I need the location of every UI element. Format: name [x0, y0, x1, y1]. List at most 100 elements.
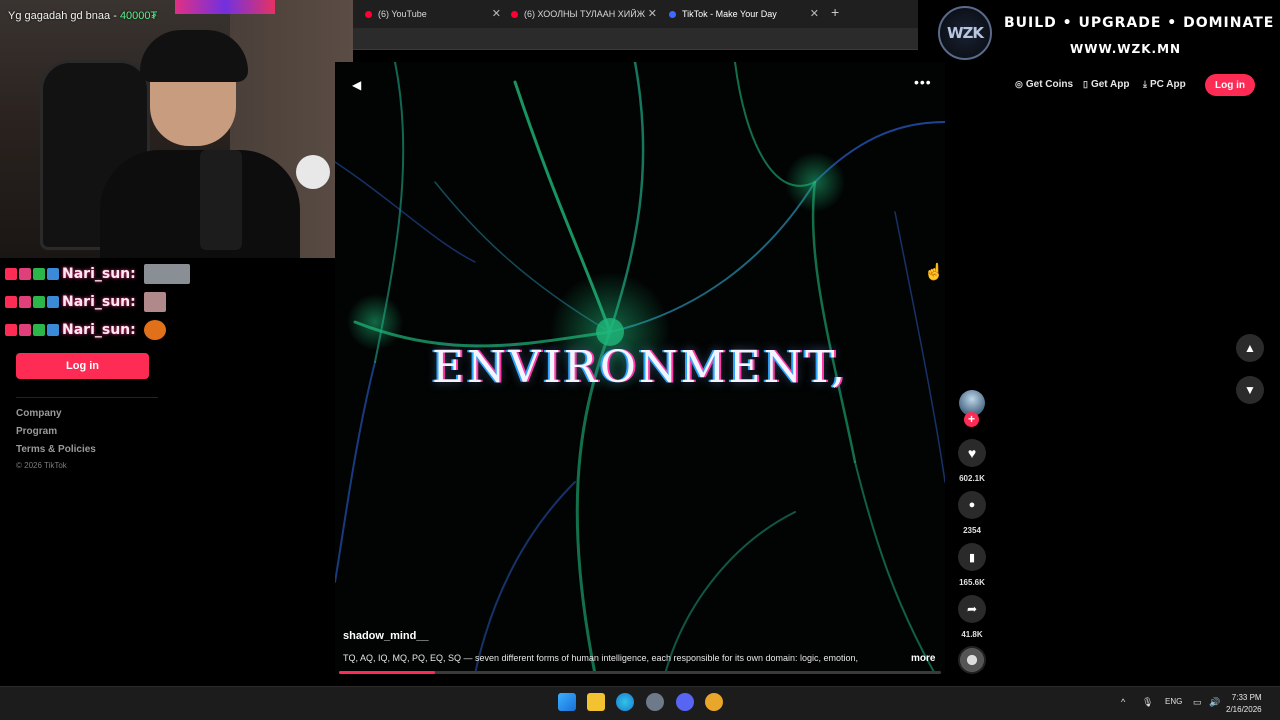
previous-video-button[interactable]: ▲: [1236, 334, 1264, 362]
tiktok-favicon-icon: [669, 10, 676, 18]
heart-badge-icon: [19, 296, 31, 308]
webcam-overlay: Yg gagadah gd bnaa - 40000₮: [0, 0, 353, 258]
video-progress-bar[interactable]: [339, 671, 941, 674]
comment-count: 2354: [963, 526, 981, 535]
sword-badge-icon: [5, 296, 17, 308]
close-icon[interactable]: ✕: [810, 7, 819, 20]
donation-ticker: Yg gagadah gd bnaa - 40000₮: [8, 10, 157, 22]
streamer-hair: [140, 30, 248, 82]
tab-youtube[interactable]: (6) YouTube ✕: [365, 4, 501, 24]
sidebar-link-terms[interactable]: Terms & Policies: [16, 444, 96, 455]
address-bar[interactable]: [353, 28, 918, 50]
share-button[interactable]: ➦: [958, 595, 986, 623]
sub-badge-icon: [47, 324, 59, 336]
next-video-button[interactable]: ▼: [1236, 376, 1264, 404]
sword-badge-icon: [5, 268, 17, 280]
app-icon[interactable]: [705, 693, 723, 711]
sidebar-login-button[interactable]: Log in: [16, 353, 149, 379]
pc-app-label: PC App: [1149, 79, 1186, 90]
comment-button[interactable]: ●: [958, 491, 986, 519]
chat-emote: [143, 320, 166, 340]
follow-plus-icon[interactable]: +: [964, 412, 979, 427]
sponsor-url: WWW.WZK.MN: [1070, 42, 1182, 56]
level-badge-icon: [33, 324, 45, 336]
video-caption: TQ, AQ, IQ, MQ, PQ, EQ, SQ — seven diffe…: [343, 653, 859, 663]
tray-chevron-up-icon[interactable]: ^: [1121, 697, 1125, 707]
sword-badge-icon: [5, 324, 17, 336]
youtube-favicon-icon: [365, 10, 372, 18]
sub-badge-icon: [47, 268, 59, 280]
network-icon[interactable]: ▭: [1193, 697, 1202, 708]
sponsor-logo: WZK: [938, 6, 992, 60]
get-app-label: Get App: [1090, 79, 1130, 90]
pc-app-link[interactable]: ⤓ PC App: [1143, 79, 1186, 90]
settings-gear-icon[interactable]: [646, 693, 664, 711]
get-app-link[interactable]: ▯ Get App: [1083, 79, 1129, 90]
heart-badge-icon: [19, 324, 31, 336]
video-overlay-title: ENVIRONMENT,: [431, 342, 848, 393]
share-icon: ➦: [966, 602, 978, 616]
like-button[interactable]: ♥: [958, 439, 986, 467]
ticker-text: Yg gagadah gd bnaa -: [8, 10, 120, 22]
chat-badges: [5, 296, 59, 308]
ring-light: [296, 155, 330, 189]
heart-icon: ♥: [967, 445, 977, 461]
chat-badges: [5, 324, 59, 336]
chevron-up-icon: ▲: [1244, 341, 1256, 355]
chat-username: Nari_sun:: [62, 322, 136, 338]
microphone-icon[interactable]: 🎙: [1142, 697, 1153, 708]
browser-tab-strip: (6) YouTube ✕ (6) ХООЛНЫ ТУЛААН ХИЙЖ ОРО…: [353, 0, 918, 28]
new-tab-button[interactable]: +: [831, 4, 839, 20]
sponsor-tagline: BUILD • UPGRADE • DOMINATE: [1004, 15, 1275, 31]
sidebar-divider: [16, 397, 158, 398]
coin-icon: ◎: [1015, 79, 1023, 89]
clock-time: 7:33 PM: [1231, 693, 1262, 702]
tab-youtube-2[interactable]: (6) ХООЛНЫ ТУЛААН ХИЙЖ ОРО ✕: [511, 4, 657, 24]
caption-more-button[interactable]: more: [911, 653, 935, 664]
sidebar-link-company[interactable]: Company: [16, 408, 62, 419]
music-disc-icon[interactable]: [958, 646, 986, 674]
level-badge-icon: [33, 296, 45, 308]
volume-icon[interactable]: ◀: [352, 78, 361, 92]
system-clock[interactable]: 7:33 PM 2/16/2026: [1226, 692, 1262, 716]
save-button[interactable]: ▮: [958, 543, 986, 571]
edge-icon[interactable]: [616, 693, 634, 711]
chevron-down-icon: ▼: [1244, 383, 1256, 397]
video-progress-fill: [339, 671, 436, 674]
youtube-favicon-icon: [511, 10, 518, 18]
chat-message: Nari_sun:: [5, 319, 166, 341]
hand-cursor-icon: ☝: [924, 264, 944, 281]
level-badge-icon: [33, 268, 45, 280]
led-strip: [175, 0, 275, 14]
video-player[interactable]: ENVIRONMENT,: [335, 62, 945, 674]
chat-emote: [143, 292, 166, 312]
chat-message: Nari_sun:: [5, 291, 166, 313]
language-indicator[interactable]: ENG: [1165, 697, 1182, 706]
chat-username: Nari_sun:: [62, 294, 136, 310]
video-author[interactable]: shadow_mind__: [343, 630, 429, 642]
close-icon[interactable]: ✕: [492, 7, 501, 20]
more-options-icon[interactable]: •••: [914, 74, 932, 90]
download-icon: ⤓: [1143, 79, 1147, 89]
header-login-button[interactable]: Log in: [1205, 74, 1255, 96]
sidebar-link-program[interactable]: Program: [16, 426, 57, 437]
comment-icon: ●: [968, 499, 976, 511]
speaker-icon[interactable]: 🔊: [1209, 697, 1220, 708]
get-coins-label: Get Coins: [1025, 79, 1074, 90]
close-icon[interactable]: ✕: [648, 7, 657, 20]
share-count: 41.8K: [961, 630, 983, 639]
bookmark-icon: ▮: [968, 551, 976, 564]
file-explorer-icon[interactable]: [587, 693, 605, 711]
microphone: [200, 150, 242, 250]
save-count: 165.6K: [959, 578, 985, 587]
get-coins-link[interactable]: ◎ Get Coins: [1015, 79, 1073, 90]
copyright: © 2026 TikTok: [16, 461, 67, 470]
ticker-amount: 40000₮: [119, 10, 158, 22]
chat-message: Nari_sun:: [5, 263, 190, 285]
discord-icon[interactable]: [676, 693, 694, 711]
tab-label: (6) YouTube: [378, 9, 427, 19]
start-icon[interactable]: [558, 693, 576, 711]
chat-username: Nari_sun:: [62, 266, 136, 282]
tab-tiktok[interactable]: TikTok - Make Your Day ✕: [669, 4, 819, 24]
clock-date: 2/16/2026: [1226, 705, 1262, 714]
